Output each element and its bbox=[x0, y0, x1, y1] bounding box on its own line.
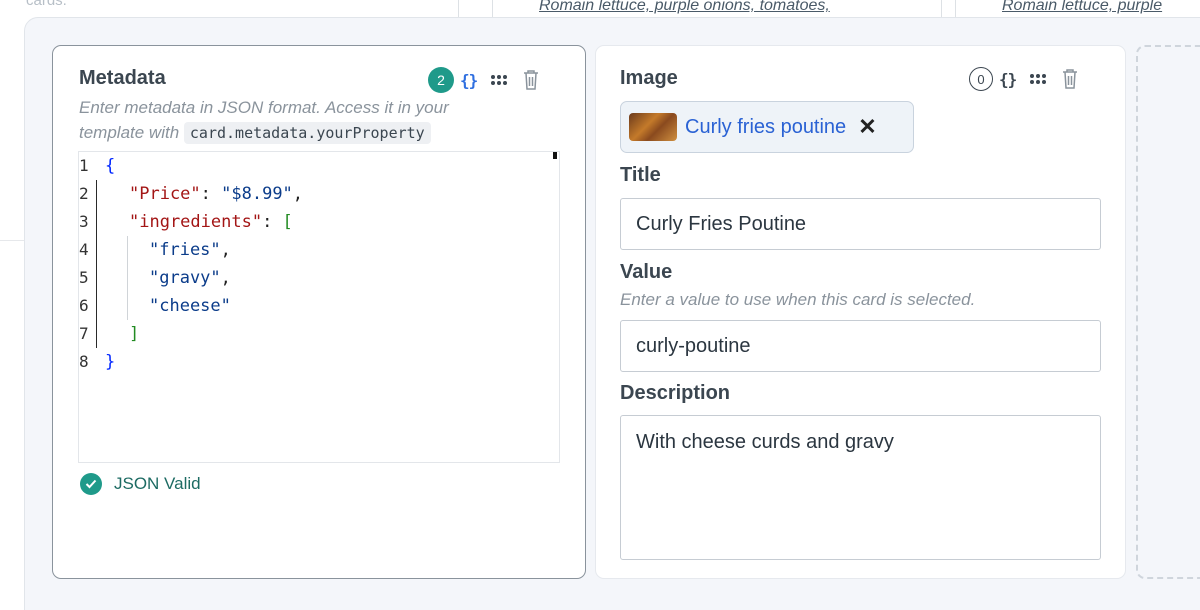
line-number: 2 bbox=[79, 184, 89, 203]
trash-icon[interactable] bbox=[1062, 68, 1078, 90]
braces-icon[interactable]: {} bbox=[460, 71, 478, 90]
json-value: "$8.99" bbox=[221, 184, 293, 204]
json-value: "fries" bbox=[149, 240, 221, 260]
code-line: 1 { bbox=[79, 152, 559, 180]
json-punct: , bbox=[220, 268, 231, 288]
description-textarea[interactable]: With cheese curds and gravy bbox=[620, 415, 1101, 560]
metadata-toolbar: 2 {} bbox=[428, 67, 539, 93]
code-content: "ingredients": [ bbox=[129, 208, 293, 236]
metadata-hint-prefix: template with bbox=[79, 123, 180, 142]
json-punct: [ bbox=[282, 212, 293, 232]
code-line: 3 "ingredients": [ bbox=[79, 208, 559, 236]
title-input[interactable]: Curly Fries Poutine bbox=[620, 198, 1101, 250]
image-toolbar: 0 {} bbox=[969, 67, 1078, 91]
close-icon[interactable]: ✕ bbox=[858, 114, 876, 140]
background-divider bbox=[0, 240, 26, 241]
background-preview-cell: Romain lettuce, purple onions, tomatoes, bbox=[492, 0, 942, 17]
metadata-title: Metadata bbox=[79, 67, 166, 89]
line-number: 8 bbox=[79, 352, 89, 371]
line-number: 5 bbox=[79, 268, 89, 287]
metadata-hint-code: card.metadata.yourProperty bbox=[183, 122, 431, 144]
line-number: 1 bbox=[79, 156, 89, 175]
code-line: 6 "cheese" bbox=[79, 292, 559, 320]
image-count-badge[interactable]: 0 bbox=[969, 67, 993, 91]
metadata-hint-line1: Enter metadata in JSON format. Access it… bbox=[79, 98, 449, 117]
line-number: 4 bbox=[79, 240, 89, 259]
json-value: "cheese" bbox=[149, 296, 231, 316]
json-value: "gravy" bbox=[149, 268, 221, 288]
json-status-text: JSON Valid bbox=[114, 474, 201, 493]
drag-handle-icon[interactable] bbox=[491, 75, 508, 85]
background-hint-text: cards. bbox=[26, 0, 67, 9]
code-line: 4 "fries", bbox=[79, 236, 559, 264]
value-hint: Enter a value to use when this card is s… bbox=[620, 290, 976, 309]
value-input[interactable]: curly-poutine bbox=[620, 320, 1101, 372]
metadata-count-badge[interactable]: 2 bbox=[428, 67, 454, 93]
image-chip-label[interactable]: Curly fries poutine bbox=[685, 116, 846, 139]
code-token: { bbox=[105, 156, 116, 176]
value-label: Value bbox=[620, 261, 673, 283]
json-punct: : bbox=[200, 184, 222, 204]
image-chip[interactable]: Curly fries poutine ✕ bbox=[620, 101, 914, 153]
add-card-placeholder[interactable] bbox=[1136, 45, 1200, 579]
code-content: "Price": "$8.99", bbox=[129, 180, 303, 208]
image-thumbnail bbox=[629, 113, 677, 141]
code-line: 5 "gravy", bbox=[79, 264, 559, 292]
image-title: Image bbox=[620, 67, 678, 89]
drag-handle-icon[interactable] bbox=[1030, 74, 1047, 84]
background-preview-cell: Romain lettuce, purple bbox=[955, 0, 1200, 17]
code-token: } bbox=[105, 352, 116, 372]
json-punct: : bbox=[262, 212, 283, 232]
json-code-editor[interactable]: 1 { 2 "Price": "$8.99", 3 "ingredients":… bbox=[78, 151, 560, 463]
line-number: 3 bbox=[79, 212, 89, 231]
json-status: JSON Valid bbox=[80, 473, 201, 495]
check-circle-icon bbox=[80, 473, 102, 495]
json-key: "ingredients" bbox=[129, 212, 263, 232]
code-line: 7 ] bbox=[79, 320, 559, 348]
json-key: "Price" bbox=[129, 184, 201, 204]
code-line: 2 "Price": "$8.99", bbox=[79, 180, 559, 208]
json-punct: , bbox=[292, 184, 304, 204]
metadata-hint-line2: template with card.metadata.yourProperty bbox=[79, 120, 431, 146]
description-label: Description bbox=[620, 382, 731, 404]
code-content: "gravy", bbox=[149, 264, 231, 292]
line-number: 7 bbox=[79, 324, 89, 343]
line-number: 6 bbox=[79, 296, 89, 315]
code-line: 8 } bbox=[79, 348, 559, 376]
code-token: ] bbox=[129, 324, 140, 344]
code-content: "fries", bbox=[149, 236, 231, 264]
json-punct: , bbox=[220, 240, 231, 260]
title-label: Title bbox=[620, 164, 661, 186]
trash-icon[interactable] bbox=[523, 69, 539, 91]
braces-icon[interactable]: {} bbox=[999, 70, 1017, 89]
